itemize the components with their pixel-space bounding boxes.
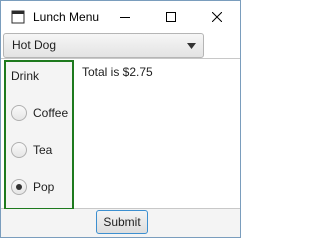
window-title: Lunch Menu — [33, 10, 100, 24]
button-bar: Submit — [1, 209, 240, 237]
title-bar[interactable]: Lunch Menu — [1, 1, 240, 32]
submit-button[interactable]: Submit — [96, 210, 148, 234]
close-button[interactable] — [194, 1, 240, 32]
radio-button-selected[interactable] — [11, 179, 27, 195]
java-app-icon — [11, 10, 25, 24]
chevron-down-icon[interactable] — [187, 43, 196, 49]
radio-option-tea[interactable]: Tea — [10, 141, 72, 159]
drink-group: Drink Coffee Tea Pop — [4, 60, 74, 210]
maximize-icon — [166, 11, 176, 22]
radio-option-label[interactable]: Tea — [33, 142, 52, 158]
menu-item-selected-value: Hot Dog — [12, 38, 57, 52]
total-label: Total is $2.75 — [82, 65, 153, 79]
radio-button[interactable] — [11, 142, 27, 158]
radio-option-label[interactable]: Coffee — [33, 105, 68, 121]
menu-item-select[interactable]: Hot Dog — [3, 33, 204, 58]
minimize-icon — [120, 16, 130, 18]
minimize-button[interactable] — [102, 1, 148, 32]
drink-group-label: Drink — [11, 69, 40, 83]
maximize-button[interactable] — [148, 1, 194, 32]
content-area: Drink Coffee Tea Pop Total is $2.75 — [1, 58, 240, 210]
radio-option-coffee[interactable]: Coffee — [10, 104, 72, 122]
close-icon — [212, 11, 222, 22]
radio-option-pop[interactable]: Pop — [10, 178, 72, 196]
radio-option-label[interactable]: Pop — [33, 179, 54, 195]
app-window: Lunch Menu Hot Dog Drink Coffee Tea Pop … — [0, 0, 241, 238]
radio-button[interactable] — [11, 105, 27, 121]
